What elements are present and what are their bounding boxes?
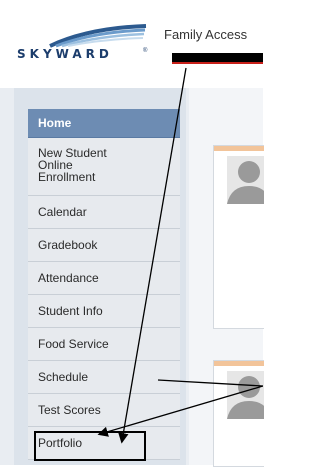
- arrow-logo-to-portfolio: [118, 67, 187, 444]
- annotation-arrows: [97, 67, 263, 444]
- schedule-pointer-line: [157, 379, 263, 387]
- arrow-content-to-portfolio: [97, 385, 263, 437]
